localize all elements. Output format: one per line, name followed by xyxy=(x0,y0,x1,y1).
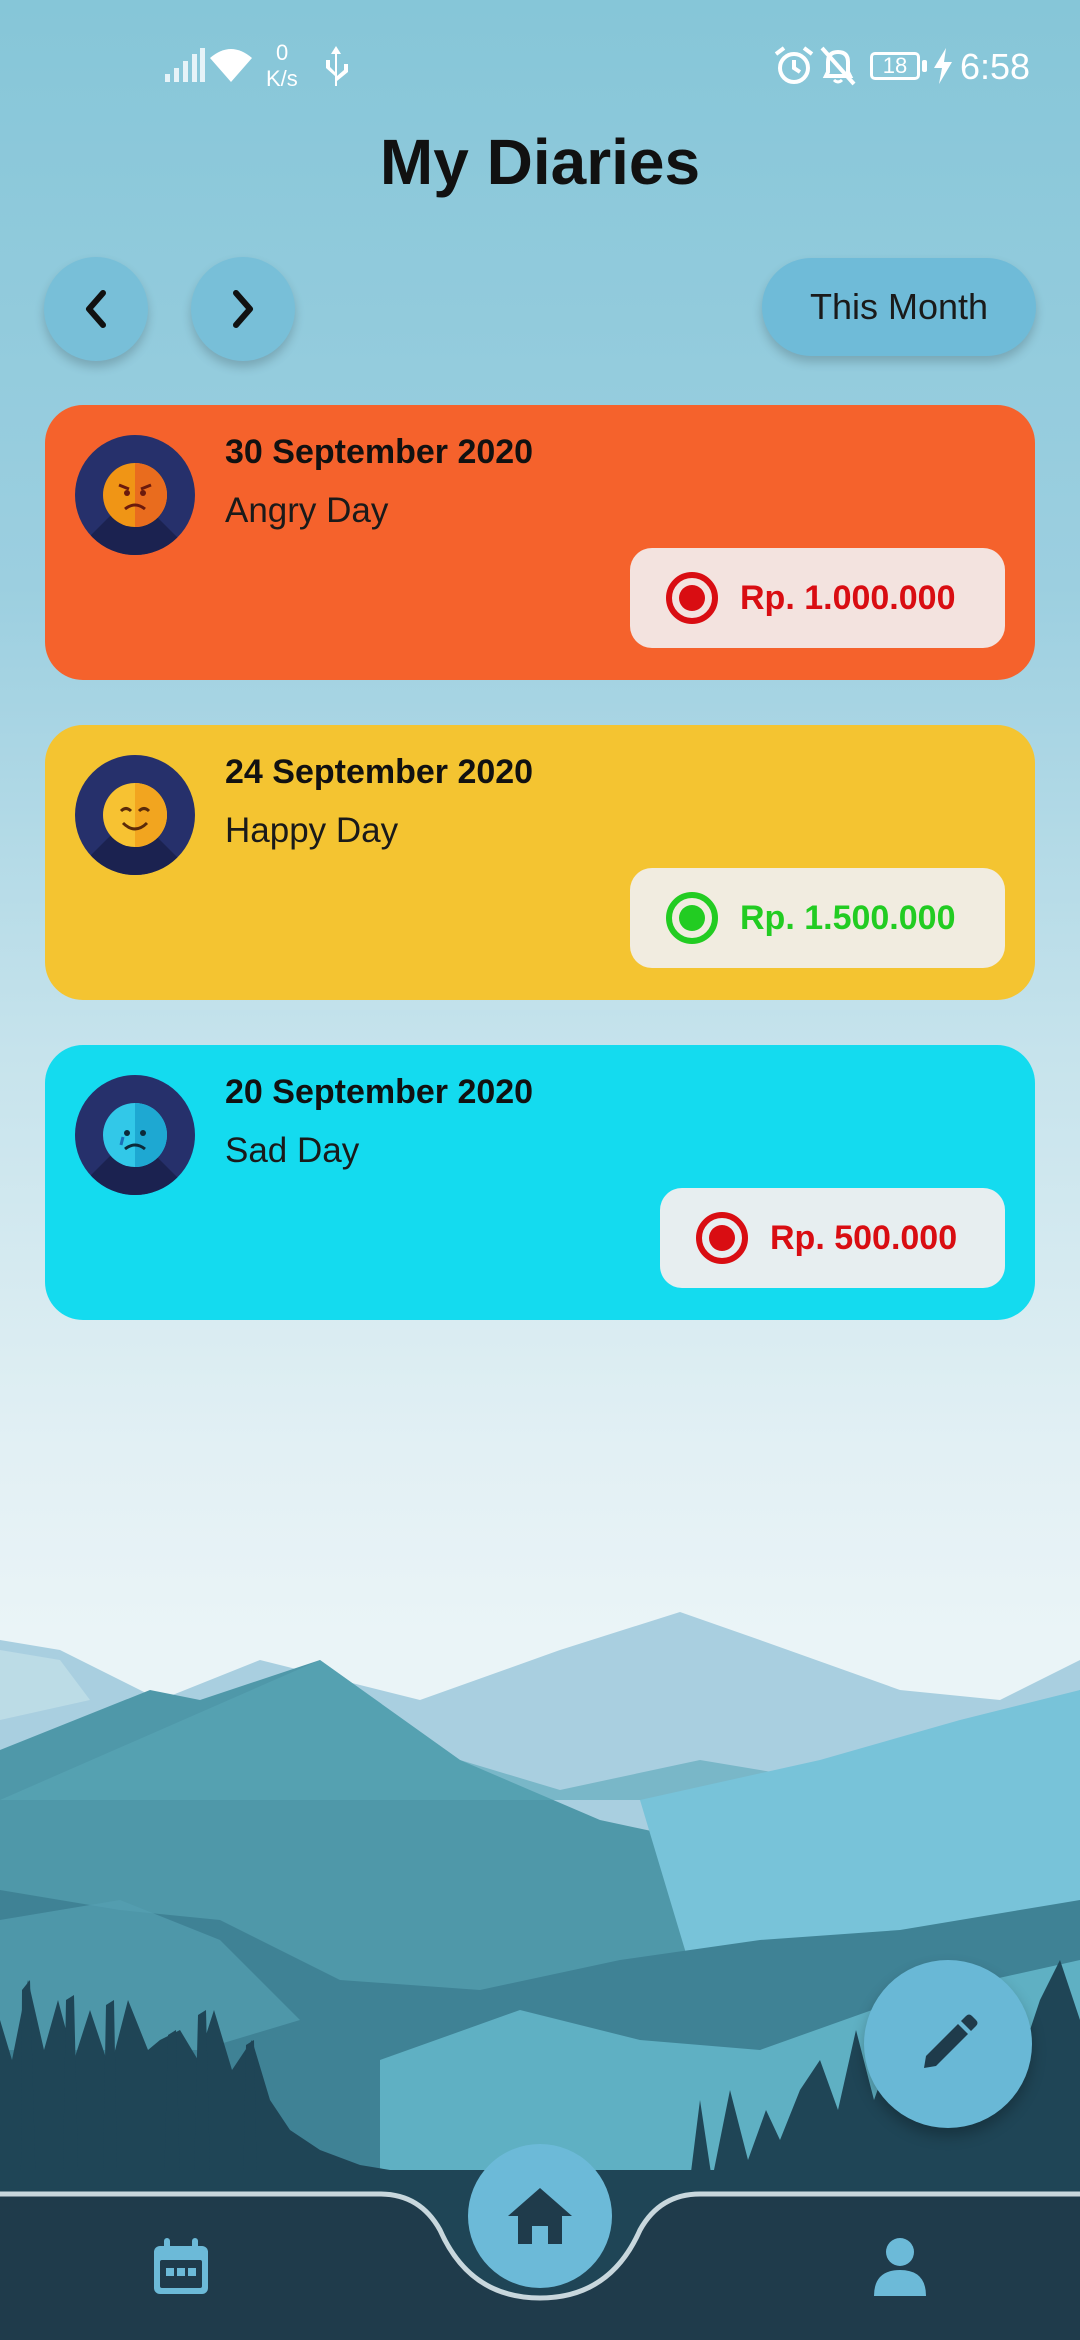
chevron-left-icon xyxy=(86,290,106,328)
network-speed-value: 0 xyxy=(276,40,289,65)
charging-icon xyxy=(934,48,952,84)
profile-icon xyxy=(874,2238,926,2296)
entry-date: 20 September 2020 xyxy=(225,1073,534,1111)
record-dot-icon xyxy=(666,572,718,624)
entry-mood: Angry Day xyxy=(225,491,389,530)
entry-mood: Sad Day xyxy=(225,1131,360,1170)
chevron-right-icon xyxy=(233,290,253,328)
entry-amount-badge: Rp. 1.000.000 xyxy=(630,548,1005,648)
battery-icon: 18 xyxy=(870,52,920,80)
usb-icon xyxy=(326,46,348,86)
page-title: My Diaries xyxy=(379,126,701,198)
status-bar: 0 K/s 18 6:58 xyxy=(0,0,1080,130)
previous-month-button[interactable] xyxy=(44,257,148,361)
entry-mood: Happy Day xyxy=(225,811,399,850)
notifications-off-icon xyxy=(820,46,856,86)
diary-entry-card[interactable]: 20 September 2020 Sad Day Rp. 500.000 xyxy=(45,1045,1035,1320)
new-entry-button[interactable] xyxy=(864,1960,1032,2128)
diary-entry-card[interactable]: 30 September 2020 Angry Day Rp. 1.000.00… xyxy=(45,405,1035,680)
home-icon xyxy=(508,2188,572,2244)
entry-amount: Rp. 1.500.000 xyxy=(740,898,956,937)
clock: 6:58 xyxy=(960,46,1031,87)
wifi-icon xyxy=(210,49,252,82)
record-dot-icon xyxy=(696,1212,748,1264)
network-speed-unit: K/s xyxy=(266,66,298,91)
this-month-filter-button[interactable]: This Month xyxy=(762,258,1036,356)
next-month-button[interactable] xyxy=(191,257,295,361)
entry-amount-badge: Rp. 500.000 xyxy=(660,1188,1005,1288)
alarm-icon xyxy=(774,46,814,84)
home-nav-button[interactable] xyxy=(468,2144,612,2288)
calendar-icon xyxy=(154,2238,208,2294)
sad-face-icon xyxy=(75,1075,195,1195)
profile-nav-item[interactable] xyxy=(872,2236,928,2298)
record-dot-icon xyxy=(666,892,718,944)
entry-date: 30 September 2020 xyxy=(225,433,534,471)
entry-amount-badge: Rp. 1.500.000 xyxy=(630,868,1005,968)
entry-amount: Rp. 1.000.000 xyxy=(740,578,956,617)
happy-face-icon xyxy=(75,755,195,875)
diary-entry-card[interactable]: 24 September 2020 Happy Day Rp. 1.500.00… xyxy=(45,725,1035,1000)
angry-face-icon xyxy=(75,435,195,555)
entry-date: 24 September 2020 xyxy=(225,753,534,791)
pencil-icon xyxy=(924,2014,978,2068)
calendar-nav-item[interactable] xyxy=(150,2236,212,2298)
entry-amount: Rp. 500.000 xyxy=(770,1218,958,1257)
battery-level: 18 xyxy=(882,53,908,78)
battery-tip xyxy=(922,60,927,72)
signal-icon xyxy=(165,48,205,82)
